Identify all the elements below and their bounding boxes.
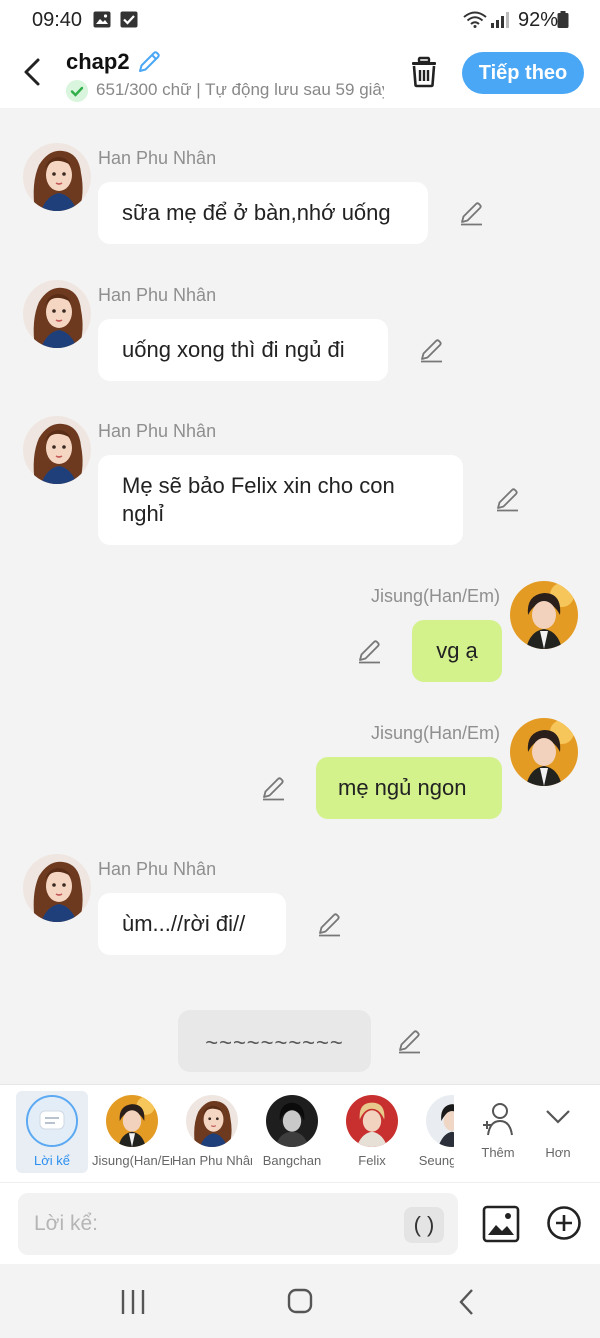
avatar-bangchan	[266, 1095, 318, 1147]
character-label: Lời kể	[34, 1153, 70, 1168]
avatar-han-phu-nhan	[186, 1095, 238, 1147]
composer: ( )	[0, 1182, 600, 1264]
chevron-down-icon	[546, 1110, 570, 1124]
avatar-han-phu-nhan[interactable]	[23, 143, 91, 211]
edit-message-icon[interactable]	[494, 486, 520, 512]
avatar-jisung[interactable]	[510, 581, 578, 649]
speaker-name: Jisung(Han/Em)	[370, 723, 500, 743]
narration-bubble[interactable]: ~~~~~~~~~~	[178, 1010, 371, 1072]
image-icon[interactable]	[482, 1205, 520, 1243]
narrator-icon	[26, 1095, 78, 1147]
avatar-jisung[interactable]	[510, 718, 578, 786]
recent-apps-icon[interactable]	[113, 1286, 153, 1318]
speaker-name: Han Phu Nhân	[98, 148, 217, 168]
avatar-seungmin	[426, 1095, 454, 1147]
saved-check-icon	[66, 80, 88, 102]
battery-icon	[557, 11, 569, 28]
word-count-autosave: 651/300 chữ | Tự động lưu sau 59 giây	[96, 80, 384, 99]
next-button[interactable]: Tiếp theo	[462, 52, 584, 94]
system-nav-bar	[0, 1264, 600, 1338]
message-bubble[interactable]: mẹ ngủ ngon	[316, 757, 502, 819]
message-bubble[interactable]: uống xong thì đi ngủ đi	[98, 319, 388, 381]
edit-message-icon[interactable]	[316, 911, 342, 937]
back-button[interactable]	[18, 54, 48, 90]
speaker-name: Han Phu Nhân	[98, 859, 217, 879]
character-label: Han Phu Nhân	[172, 1153, 252, 1168]
speaker-name: Han Phu Nhân	[98, 421, 217, 441]
message-bubble[interactable]: vg ạ	[412, 620, 502, 682]
avatar-han-phu-nhan[interactable]	[23, 280, 91, 348]
character-label: Seungmin	[418, 1153, 454, 1168]
character-label: Felix	[358, 1153, 386, 1168]
edit-message-icon[interactable]	[356, 638, 382, 664]
avatar-han-phu-nhan[interactable]	[23, 854, 91, 922]
edit-message-icon[interactable]	[260, 775, 286, 801]
avatar-jisung	[106, 1095, 158, 1147]
add-person-icon	[483, 1103, 513, 1136]
character-felix[interactable]: Felix	[332, 1091, 412, 1173]
avatar-han-phu-nhan[interactable]	[23, 416, 91, 484]
character-narrator[interactable]: Lời kể	[16, 1091, 88, 1173]
home-icon[interactable]	[280, 1286, 320, 1318]
status-bar: 09:40 92%	[0, 0, 600, 40]
parenthesis-button[interactable]: ( )	[404, 1207, 444, 1243]
edit-message-icon[interactable]	[418, 337, 444, 363]
check-notification-icon	[120, 11, 138, 28]
battery-percent: 92%	[517, 9, 558, 31]
character-label: Bangchan	[262, 1153, 322, 1168]
edit-message-icon[interactable]	[396, 1028, 422, 1054]
character-seungmin[interactable]: Seungmin	[412, 1091, 454, 1173]
more-characters-button[interactable]: Hơn	[518, 1091, 598, 1173]
more-label: Hơn	[545, 1145, 571, 1160]
wifi-icon	[463, 11, 487, 28]
character-selector: Lời kể Jisung(Han/Em) Han Phu Nhân Bangc…	[0, 1084, 600, 1182]
chapter-title[interactable]: chap2	[66, 49, 130, 75]
avatar-felix	[346, 1095, 398, 1147]
message-bubble[interactable]: sữa mẹ để ở bàn,nhớ uống	[98, 182, 428, 244]
back-nav-icon[interactable]	[448, 1286, 488, 1318]
edit-message-icon[interactable]	[458, 200, 484, 226]
character-jisung[interactable]: Jisung(Han/Em)	[92, 1091, 172, 1173]
add-icon[interactable]	[546, 1205, 582, 1241]
status-time: 09:40	[32, 9, 83, 31]
speaker-name: Han Phu Nhân	[98, 285, 217, 305]
message-bubble[interactable]: Mẹ sẽ bảo Felix xin cho con nghỉ	[98, 455, 463, 545]
editor-header: chap2 651/300 chữ | Tự động lưu sau 59 g…	[0, 40, 600, 108]
character-label: Jisung(Han/Em)	[92, 1153, 172, 1168]
signal-icon	[491, 12, 509, 28]
gallery-notification-icon	[93, 11, 111, 28]
edit-title-icon[interactable]	[136, 49, 162, 75]
character-han-phu-nhan[interactable]: Han Phu Nhân	[172, 1091, 252, 1173]
speaker-name: Jisung(Han/Em)	[370, 586, 500, 606]
delete-button[interactable]	[406, 54, 442, 90]
character-bangchan[interactable]: Bangchan	[252, 1091, 332, 1173]
message-input[interactable]	[18, 1193, 458, 1255]
message-bubble[interactable]: ùm...//rời đi//	[98, 893, 286, 955]
